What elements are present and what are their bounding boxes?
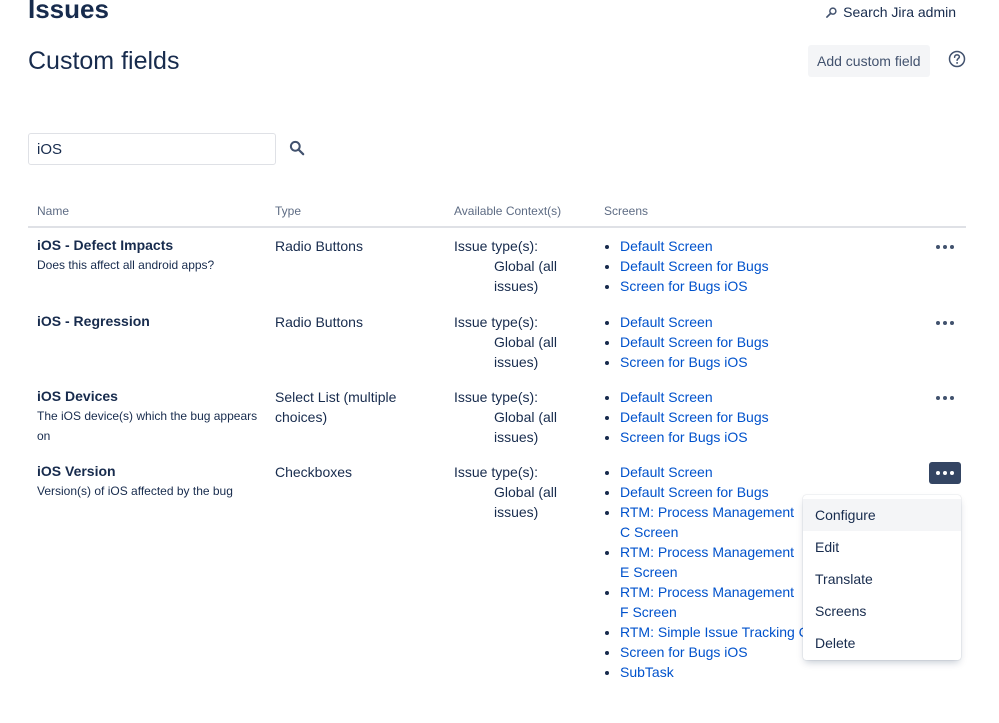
- field-type: Radio Buttons: [275, 238, 363, 254]
- table-row: iOS - Defect Impacts Does this affect al…: [28, 236, 966, 302]
- screen-item: Screen for Bugs iOS: [620, 276, 924, 296]
- dot: [936, 245, 940, 249]
- dot: [950, 245, 954, 249]
- screen-item: Default Screen for Bugs: [620, 407, 924, 427]
- context-value: Global (all issues): [494, 334, 558, 370]
- dot: [943, 396, 947, 400]
- search-icon: [826, 6, 837, 18]
- menu-item-configure[interactable]: Configure: [803, 499, 961, 531]
- field-name: iOS - Defect Impacts: [37, 237, 174, 253]
- screen-link[interactable]: Default Screen: [620, 389, 713, 405]
- dot: [943, 321, 947, 325]
- field-name: iOS Version: [37, 463, 116, 479]
- add-custom-field-button[interactable]: Add custom field: [808, 45, 930, 77]
- dot: [936, 321, 940, 325]
- context-label: Issue type(s):: [454, 238, 539, 254]
- context-label: Issue type(s):: [454, 464, 539, 480]
- screen-link[interactable]: Screen for Bugs iOS: [620, 429, 748, 445]
- context-cell: Issue type(s): Global (all issues): [454, 462, 584, 522]
- context-cell: Issue type(s): Global (all issues): [454, 312, 584, 372]
- help-icon[interactable]: [948, 50, 966, 68]
- column-header-type: Type: [275, 204, 302, 218]
- menu-item-delete[interactable]: Delete: [803, 627, 961, 659]
- screen-link[interactable]: Default Screen: [620, 314, 713, 330]
- field-name: iOS - Regression: [37, 313, 150, 329]
- search-jira-admin-link[interactable]: Search Jira admin: [826, 2, 956, 22]
- context-cell: Issue type(s): Global (all issues): [454, 387, 584, 447]
- screen-item: Screen for Bugs iOS: [620, 427, 924, 447]
- dot: [943, 471, 947, 475]
- dot: [936, 396, 940, 400]
- column-header-screens: Screens: [604, 204, 649, 218]
- dot: [950, 471, 954, 475]
- name-cell: iOS - Defect Impacts Does this affect al…: [37, 236, 265, 275]
- dot: [943, 245, 947, 249]
- screens-cell: Default Screen Default Screen for Bugs S…: [604, 236, 924, 296]
- screen-link[interactable]: RTM: Process Management E Screen: [620, 542, 795, 582]
- field-description: Version(s) of iOS affected by the bug: [37, 484, 233, 498]
- screen-link[interactable]: Default Screen for Bugs: [620, 484, 769, 500]
- screen-item: SubTask: [620, 662, 924, 682]
- screen-item: Default Screen: [620, 462, 924, 482]
- table-row: iOS - Regression Radio Buttons Issue typ…: [28, 312, 966, 378]
- context-label: Issue type(s):: [454, 314, 539, 330]
- field-type: Radio Buttons: [275, 314, 363, 330]
- column-header-contexts: Available Context(s): [454, 204, 562, 218]
- screen-item: Default Screen for Bugs: [620, 256, 924, 276]
- screen-link[interactable]: Screen for Bugs iOS: [620, 354, 748, 370]
- screen-link[interactable]: Default Screen: [620, 238, 713, 254]
- screen-link[interactable]: RTM: Process Management F Screen: [620, 582, 795, 622]
- field-name: iOS Devices: [37, 388, 118, 404]
- field-type: Select List (multiple choices): [275, 389, 397, 425]
- context-value: Global (all issues): [494, 409, 558, 445]
- menu-item-edit[interactable]: Edit: [803, 531, 961, 563]
- row-actions-button[interactable]: [929, 387, 961, 409]
- name-cell: iOS Devices The iOS device(s) which the …: [37, 387, 265, 446]
- column-header-name: Name: [37, 204, 70, 218]
- screen-item: Screen for Bugs iOS: [620, 352, 924, 372]
- dot: [950, 321, 954, 325]
- search-icon[interactable]: [289, 140, 305, 156]
- screens-cell: Default Screen Default Screen for Bugs S…: [604, 312, 924, 372]
- screen-item: Default Screen: [620, 387, 924, 407]
- screen-link[interactable]: Default Screen: [620, 464, 713, 480]
- screen-link[interactable]: Default Screen for Bugs: [620, 258, 769, 274]
- context-label: Issue type(s):: [454, 389, 539, 405]
- table-header: Name Type Available Context(s) Screens: [28, 198, 966, 228]
- context-value: Global (all issues): [494, 484, 558, 520]
- field-description: The iOS device(s) which the bug appears …: [37, 409, 258, 443]
- search-jira-admin-label: Search Jira admin: [843, 4, 956, 20]
- row-actions-button[interactable]: [929, 236, 961, 258]
- screen-link[interactable]: Default Screen for Bugs: [620, 334, 769, 350]
- table-row: iOS Devices The iOS device(s) which the …: [28, 387, 966, 453]
- field-search-input[interactable]: [28, 133, 276, 165]
- name-cell: iOS Version Version(s) of iOS affected b…: [37, 462, 265, 501]
- name-cell: iOS - Regression: [37, 312, 265, 331]
- screen-item: Default Screen: [620, 312, 924, 332]
- context-cell: Issue type(s): Global (all issues): [454, 236, 584, 296]
- row-actions-button[interactable]: [929, 312, 961, 334]
- page-title: Custom fields: [28, 47, 180, 75]
- screen-link[interactable]: Default Screen for Bugs: [620, 409, 769, 425]
- dot: [950, 396, 954, 400]
- field-type: Checkboxes: [275, 464, 353, 480]
- screens-cell: Default Screen Default Screen for Bugs S…: [604, 387, 924, 447]
- context-value: Global (all issues): [494, 258, 558, 294]
- row-actions-button[interactable]: [929, 462, 961, 484]
- custom-fields-page: Issues Search Jira admin Custom fields A…: [0, 0, 999, 723]
- dot: [936, 471, 940, 475]
- section-title: Issues: [28, 0, 109, 24]
- screen-link[interactable]: RTM: Simple Issue Tracking C: [620, 624, 809, 640]
- menu-item-screens[interactable]: Screens: [803, 595, 961, 627]
- row-actions-menu: Configure Edit Translate Screens Delete: [803, 495, 961, 660]
- screen-link[interactable]: RTM: Process Management C Screen: [620, 502, 795, 542]
- screen-link[interactable]: Screen for Bugs iOS: [620, 644, 748, 660]
- menu-item-translate[interactable]: Translate: [803, 563, 961, 595]
- screen-item: Default Screen: [620, 236, 924, 256]
- screen-link[interactable]: Screen for Bugs iOS: [620, 278, 748, 294]
- screen-link[interactable]: SubTask: [620, 664, 674, 680]
- field-description: Does this affect all android apps?: [37, 258, 215, 272]
- screen-item: Default Screen for Bugs: [620, 332, 924, 352]
